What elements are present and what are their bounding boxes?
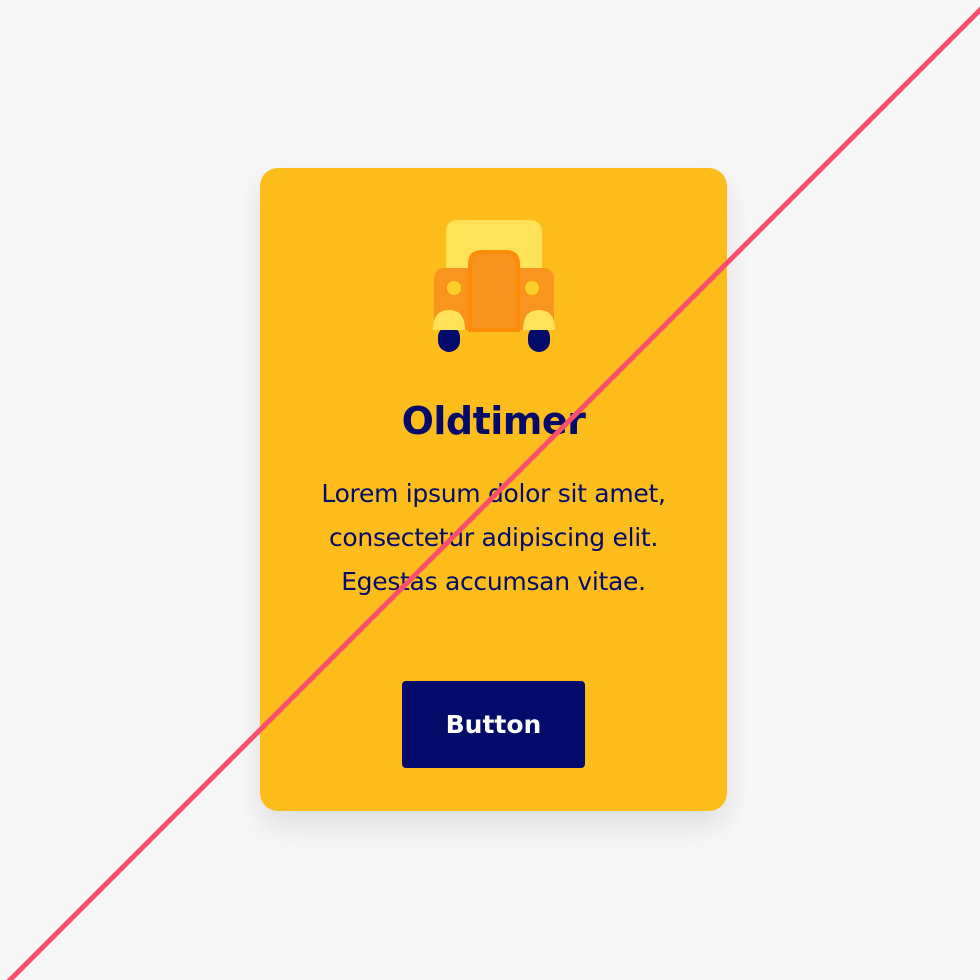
product-card: Oldtimer Lorem ipsum dolor sit amet, con… — [260, 168, 727, 811]
card-description: Lorem ipsum dolor sit amet, consectetur … — [290, 472, 697, 604]
card-title: Oldtimer — [401, 399, 586, 443]
description-line: Lorem ipsum dolor sit amet, — [321, 479, 666, 508]
oldtimer-car-icon — [433, 220, 555, 352]
description-line: Egestas accumsan vitae. — [341, 567, 646, 596]
card-action-button[interactable]: Button — [402, 681, 585, 768]
description-line: consectetur adipiscing elit. — [328, 523, 659, 552]
